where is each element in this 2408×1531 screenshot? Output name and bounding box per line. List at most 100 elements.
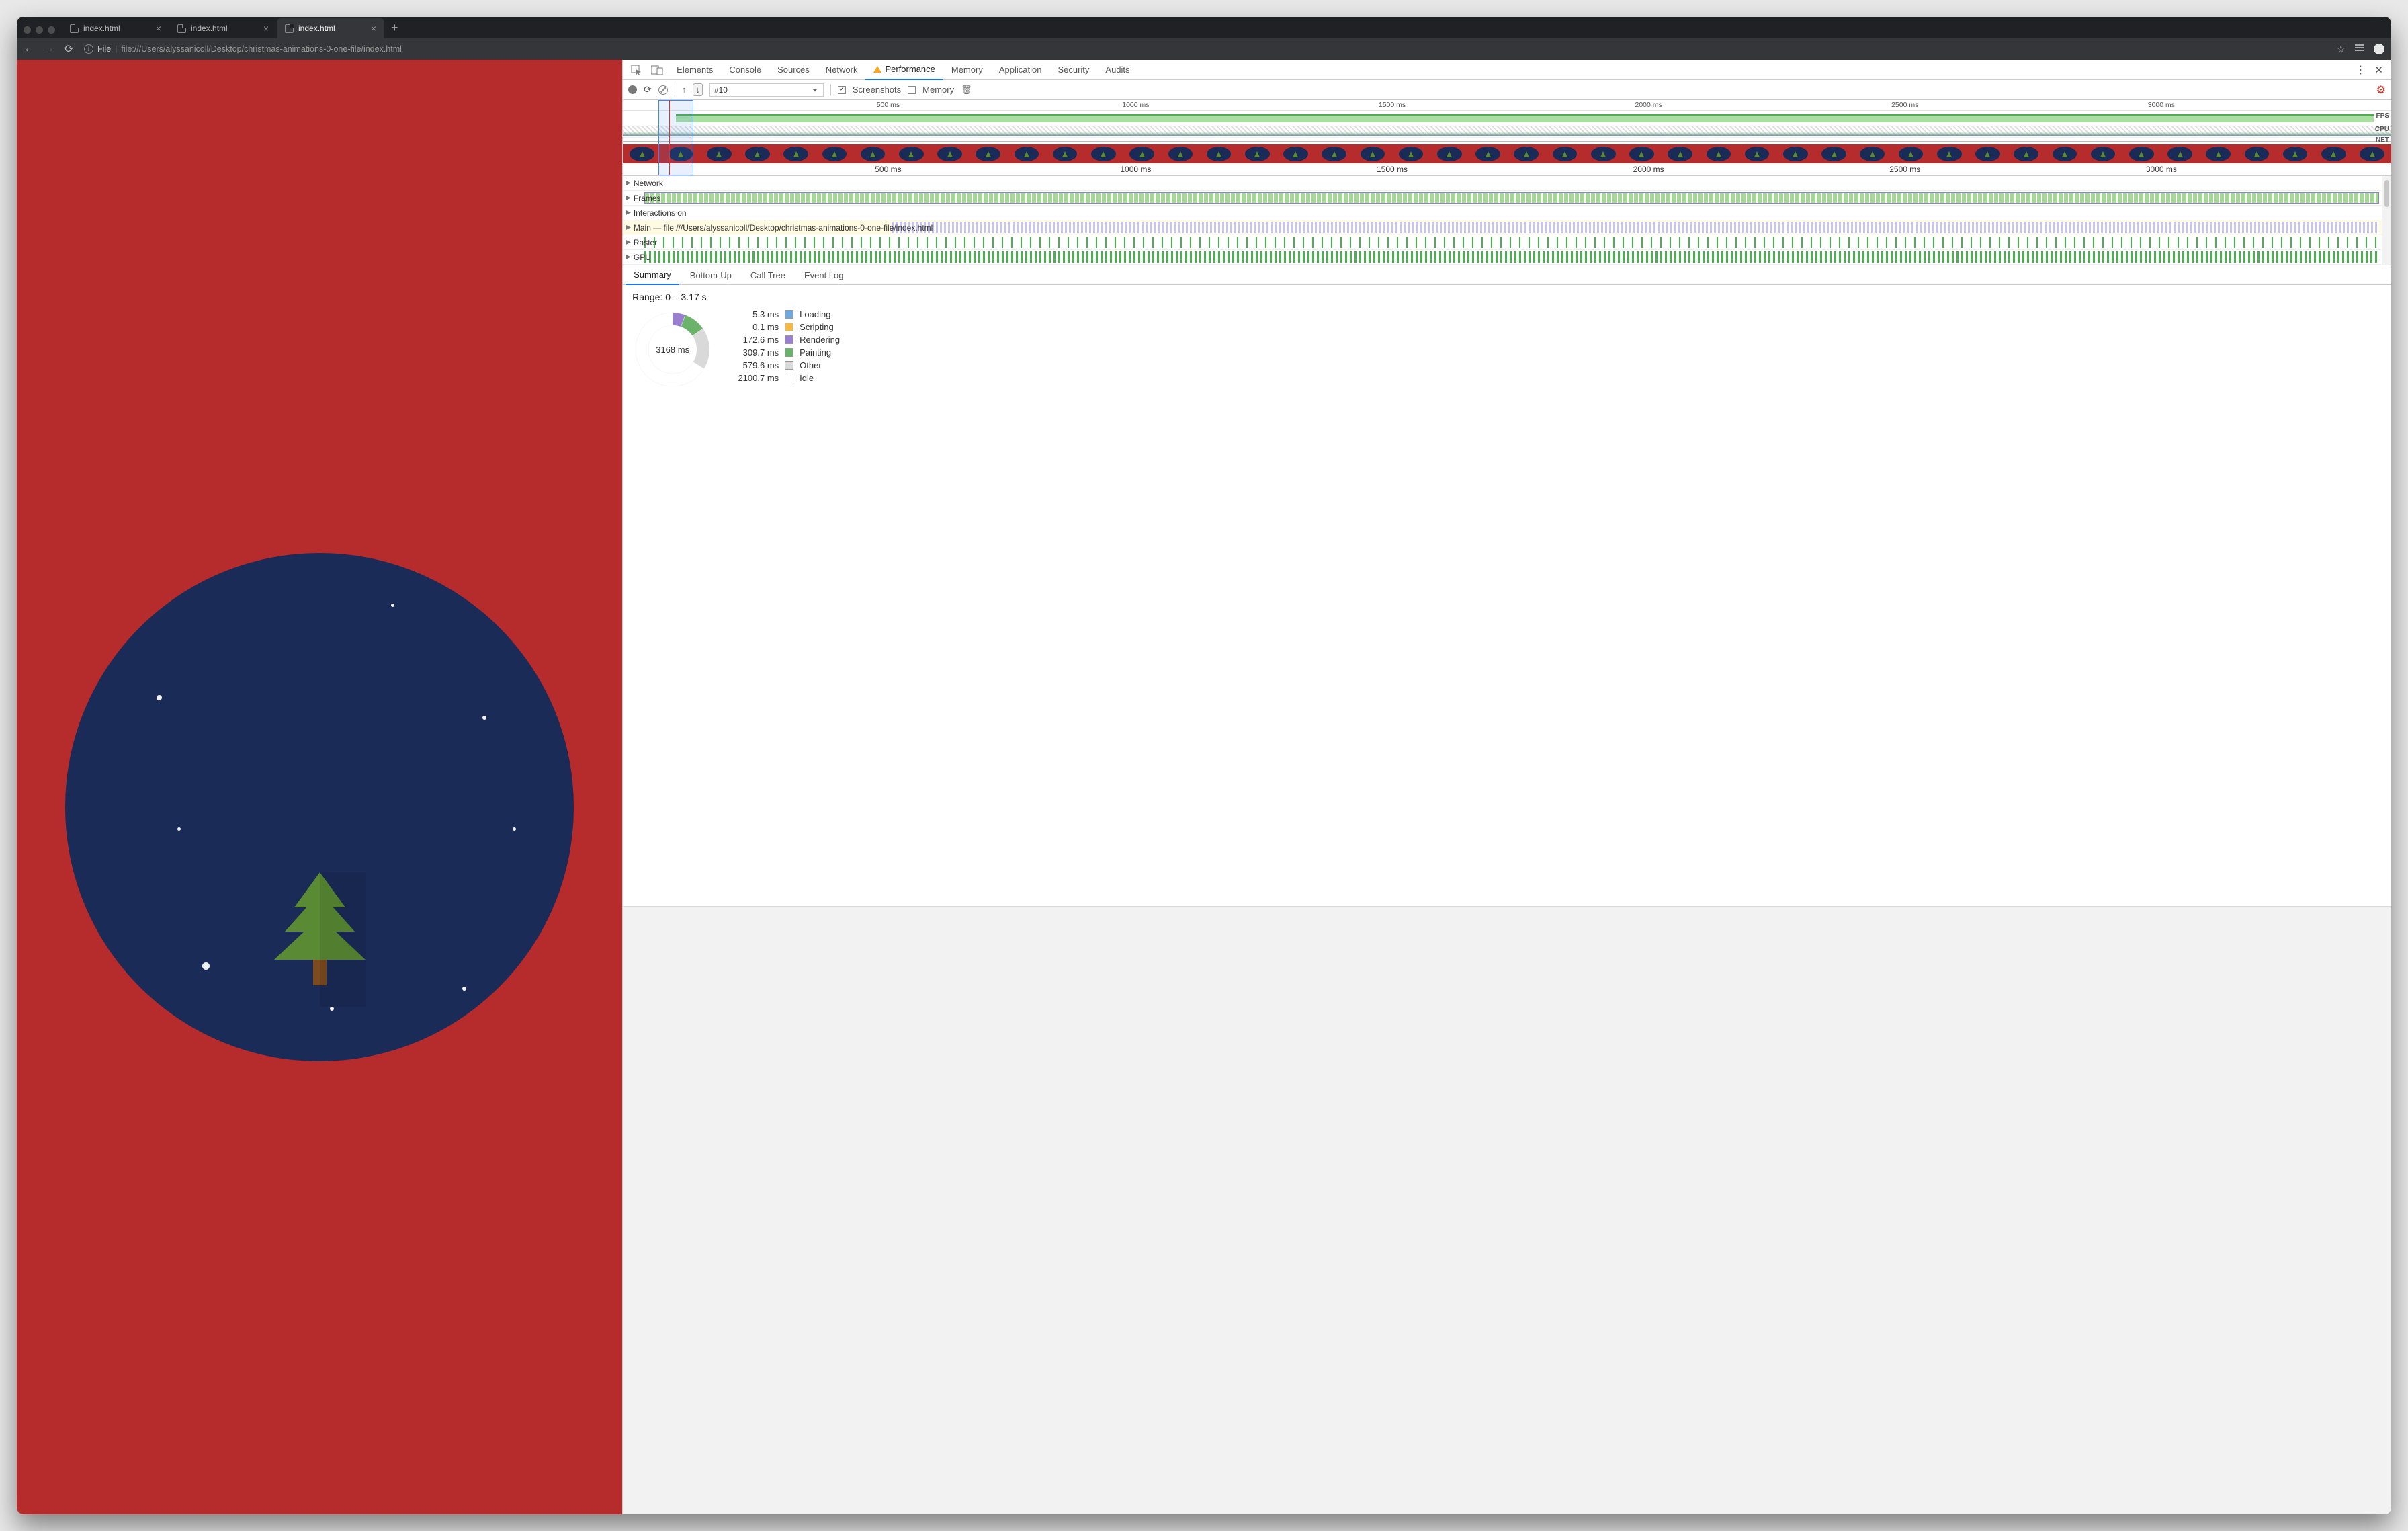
minimize-window-icon[interactable]	[36, 26, 43, 34]
close-tab-icon[interactable]: ×	[263, 23, 269, 34]
filmstrip-thumb[interactable]	[2083, 144, 2122, 163]
summary-tab-event-log[interactable]: Event Log	[796, 265, 852, 285]
screenshots-checkbox[interactable]: ✓	[838, 86, 846, 94]
devtools-tab-memory[interactable]: Memory	[943, 60, 991, 80]
filmstrip-thumb[interactable]	[1161, 144, 1199, 163]
filmstrip-thumb[interactable]	[1776, 144, 1815, 163]
filmstrip-thumb[interactable]	[1084, 144, 1123, 163]
filmstrip-thumb[interactable]	[1353, 144, 1391, 163]
disclosure-triangle-icon[interactable]: ▶	[626, 179, 631, 187]
new-tab-button[interactable]: +	[384, 21, 405, 35]
save-profile-button[interactable]: ↓	[693, 83, 703, 96]
filmstrip-thumb[interactable]	[623, 144, 661, 163]
record-button[interactable]	[628, 85, 637, 94]
filmstrip-thumb[interactable]	[1661, 144, 1699, 163]
devtools-tab-performance[interactable]: Performance	[865, 60, 943, 80]
flame-lane[interactable]: ▶ GPU	[623, 250, 2382, 265]
filmstrip-thumb[interactable]	[738, 144, 777, 163]
devtools-close-icon[interactable]: ✕	[2370, 61, 2387, 79]
flame-lane[interactable]: ▶ Interactions on	[623, 206, 2382, 220]
filmstrip-thumb[interactable]	[1699, 144, 1737, 163]
devtools-menu-icon[interactable]: ⋮	[2351, 60, 2369, 79]
filmstrip-thumb[interactable]	[777, 144, 815, 163]
filmstrip-thumb[interactable]	[1891, 144, 1930, 163]
filmstrip-thumb[interactable]	[1430, 144, 1469, 163]
devtools-tab-audits[interactable]: Audits	[1097, 60, 1137, 80]
reload-button[interactable]: ⟳	[64, 42, 75, 56]
filmstrip-thumb[interactable]	[1199, 144, 1238, 163]
filmstrip-thumb[interactable]	[1853, 144, 1891, 163]
devtools-tab-sources[interactable]: Sources	[769, 60, 818, 80]
filmstrip-thumb[interactable]	[1315, 144, 1353, 163]
filmstrip-thumb[interactable]	[700, 144, 738, 163]
settings-icon[interactable]: ⚙	[2376, 83, 2386, 97]
overview-pane[interactable]: 500 ms1000 ms1500 ms2000 ms2500 ms3000 m…	[623, 100, 2391, 176]
filmstrip-thumb[interactable]	[1930, 144, 1969, 163]
url-display[interactable]: i File | file:///Users/alyssanicoll/Desk…	[84, 44, 2327, 54]
device-toolbar-icon[interactable]	[647, 63, 667, 77]
filmstrip-thumb[interactable]	[815, 144, 853, 163]
filmstrip-thumb[interactable]	[2315, 144, 2353, 163]
filmstrip-thumb[interactable]	[1584, 144, 1623, 163]
filmstrip-thumb[interactable]	[2276, 144, 2315, 163]
bookmark-icon[interactable]: ☆	[2337, 43, 2346, 55]
browser-tab[interactable]: index.html ×	[169, 18, 277, 38]
disclosure-triangle-icon[interactable]: ▶	[626, 194, 631, 202]
flame-lane[interactable]: ▶ Raster	[623, 235, 2382, 250]
filmstrip-thumb[interactable]	[1392, 144, 1430, 163]
filmstrip-thumb[interactable]	[2122, 144, 2161, 163]
overview-selection[interactable]	[658, 100, 694, 175]
memory-checkbox[interactable]	[908, 86, 916, 94]
summary-tab-bottom-up[interactable]: Bottom-Up	[682, 265, 740, 285]
browser-tab[interactable]: index.html ×	[277, 18, 384, 38]
filmstrip-thumb[interactable]	[1123, 144, 1161, 163]
filmstrip-thumb[interactable]	[1815, 144, 1853, 163]
filmstrip-thumb[interactable]	[1623, 144, 1661, 163]
flame-lane[interactable]: ▶ Frames	[623, 191, 2382, 206]
filmstrip-thumb[interactable]	[2353, 144, 2391, 163]
filmstrip-thumb[interactable]	[1007, 144, 1045, 163]
site-info-icon[interactable]: i	[84, 44, 93, 54]
filmstrip-thumb[interactable]	[1469, 144, 1507, 163]
close-tab-icon[interactable]: ×	[371, 23, 376, 34]
filmstrip-thumb[interactable]	[1738, 144, 1776, 163]
filmstrip-thumb[interactable]	[2007, 144, 2045, 163]
filmstrip-thumb[interactable]	[1507, 144, 1545, 163]
reload-record-button[interactable]: ⟳	[644, 84, 652, 95]
disclosure-triangle-icon[interactable]: ▶	[626, 209, 631, 216]
devtools-tab-network[interactable]: Network	[818, 60, 866, 80]
filmstrip-thumb[interactable]	[1046, 144, 1084, 163]
summary-tab-summary[interactable]: Summary	[626, 265, 679, 285]
filmstrip-thumb[interactable]	[2161, 144, 2199, 163]
browser-tab[interactable]: index.html ×	[62, 18, 169, 38]
close-tab-icon[interactable]: ×	[156, 23, 161, 34]
filmstrip-thumb[interactable]	[1969, 144, 2007, 163]
flame-scrollbar[interactable]	[2382, 176, 2391, 265]
zoom-window-icon[interactable]	[48, 26, 55, 34]
filmstrip-thumb[interactable]	[892, 144, 931, 163]
back-button[interactable]: ←	[24, 43, 34, 55]
filmstrip-thumb[interactable]	[931, 144, 969, 163]
profile-avatar-icon[interactable]	[2374, 44, 2384, 54]
devtools-tab-console[interactable]: Console	[721, 60, 769, 80]
disclosure-triangle-icon[interactable]: ▶	[626, 239, 631, 246]
filmstrip-thumb[interactable]	[1277, 144, 1315, 163]
overview-playhead[interactable]	[669, 100, 670, 175]
filmstrip-thumb[interactable]	[853, 144, 892, 163]
filmstrip-thumb[interactable]	[969, 144, 1007, 163]
extension-icon[interactable]	[2355, 44, 2364, 54]
recording-select[interactable]: #10 ▼	[710, 83, 824, 97]
filmstrip-thumb[interactable]	[2199, 144, 2237, 163]
filmstrip-thumb[interactable]	[2237, 144, 2276, 163]
filmstrip-thumb[interactable]	[1238, 144, 1277, 163]
flame-lane[interactable]: ▶ Main — file:///Users/alyssanicoll/Desk…	[623, 220, 2382, 235]
disclosure-triangle-icon[interactable]: ▶	[626, 253, 631, 261]
devtools-tab-application[interactable]: Application	[991, 60, 1050, 80]
filmstrip-thumb[interactable]	[2045, 144, 2083, 163]
screenshot-filmstrip[interactable]	[623, 144, 2391, 163]
filmstrip-thumb[interactable]	[1545, 144, 1584, 163]
summary-tab-call-tree[interactable]: Call Tree	[742, 265, 793, 285]
forward-button[interactable]: →	[44, 43, 54, 55]
disclosure-triangle-icon[interactable]: ▶	[626, 224, 631, 231]
devtools-tab-elements[interactable]: Elements	[669, 60, 721, 80]
